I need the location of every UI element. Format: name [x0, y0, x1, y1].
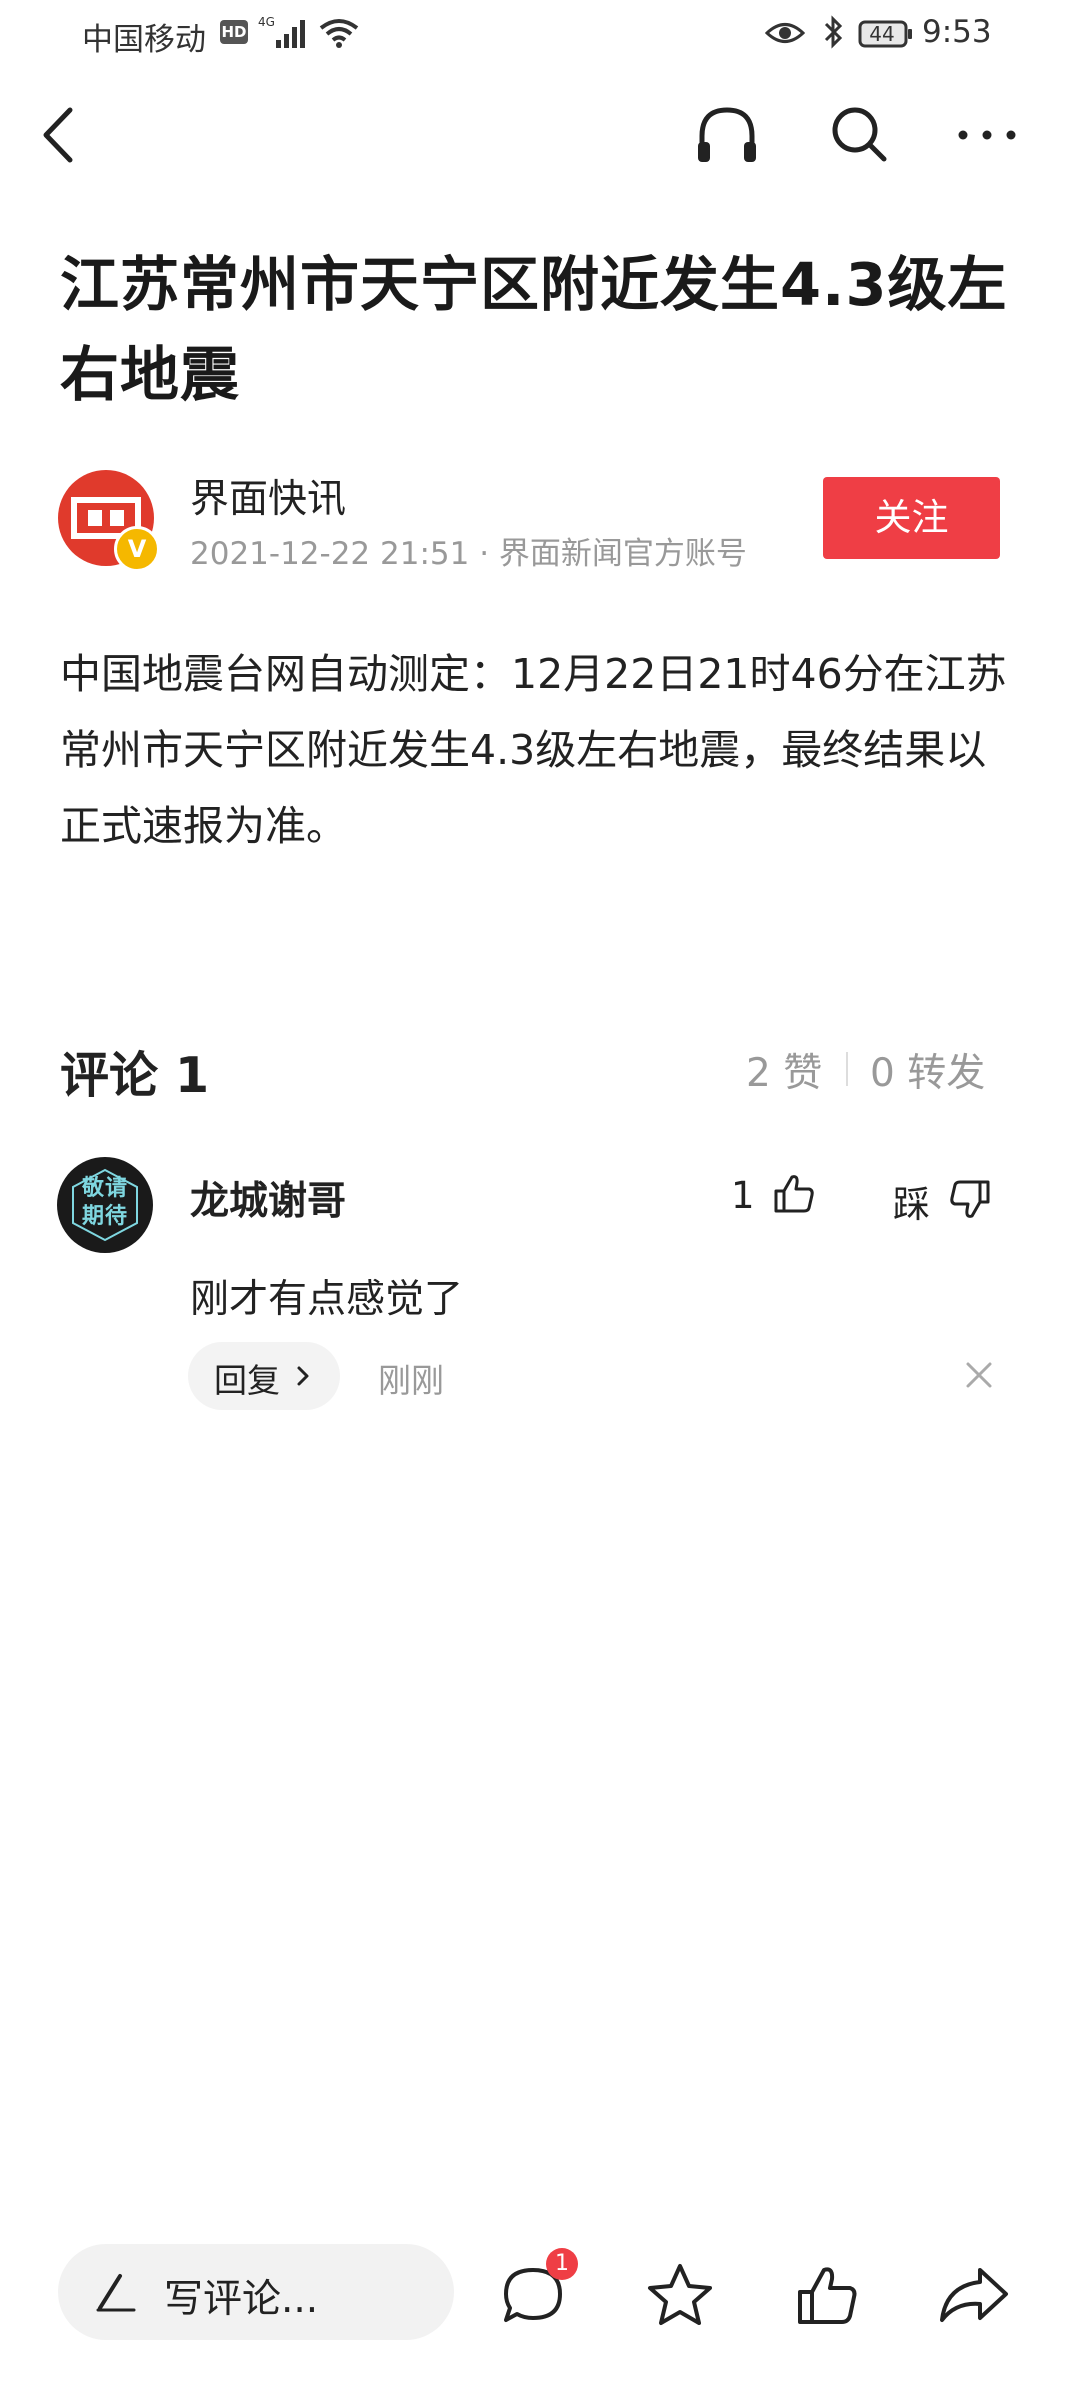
comments-title: 评论 1: [60, 1047, 210, 1104]
author-meta: 2021-12-22 21:51 · 界面新闻官方账号: [190, 536, 747, 572]
comment-count-badge: 1: [546, 2248, 578, 2280]
author-name[interactable]: 界面快讯: [190, 468, 346, 524]
stats-divider: [846, 1052, 848, 1086]
write-comment-placeholder[interactable]: 写评论...: [164, 2268, 318, 2324]
carrier-label: 中国移动: [82, 22, 206, 58]
commenter-avatar[interactable]: 敬请期待: [57, 1157, 153, 1253]
battery-level: 44: [869, 22, 895, 46]
share-icon[interactable]: [938, 2262, 1010, 2328]
thumb-down-icon[interactable]: [948, 1178, 992, 1222]
clock: 9:53: [922, 14, 992, 50]
follow-button[interactable]: 关注: [823, 477, 1000, 559]
verified-badge: V: [114, 526, 160, 572]
likes-count: 2 赞: [746, 1051, 823, 1096]
back-icon[interactable]: [36, 102, 80, 168]
comment-time: 刚刚: [378, 1361, 444, 1400]
star-icon[interactable]: [646, 2262, 714, 2328]
chevron-right-icon: [297, 1366, 309, 1386]
pen-icon: [96, 2274, 136, 2312]
comment-text: 刚才有点感觉了: [190, 1277, 464, 1322]
eye-icon: [765, 23, 805, 43]
article-title: 江苏常州市天宁区附近发生4.3级左右地震: [60, 250, 1008, 409]
commenter-avatar-text: 敬请期待: [81, 1176, 128, 1229]
search-icon[interactable]: [826, 102, 892, 168]
article-body: 中国地震台网自动测定：12月22日21时46分在江苏常州市天宁区附近发生4.3级…: [60, 650, 1007, 850]
more-icon[interactable]: [954, 112, 1020, 158]
close-icon[interactable]: [964, 1360, 994, 1390]
thumb-up-icon[interactable]: [772, 1171, 816, 1215]
wifi-icon: [319, 19, 359, 48]
bluetooth-icon: [824, 15, 843, 49]
thumb-up-icon[interactable]: [794, 2262, 860, 2328]
comment-like-count: 1: [731, 1174, 755, 1217]
network-type-label: 4G: [258, 15, 275, 29]
headphone-icon[interactable]: [694, 102, 760, 168]
commenter-name[interactable]: 龙城谢哥: [190, 1170, 346, 1226]
status-bar: 中国移动 HD 4G 44 9:53: [0, 0, 1080, 72]
comment-dislike-label[interactable]: 踩: [893, 1174, 930, 1228]
reply-label[interactable]: 回复: [214, 1354, 280, 1402]
shares-count: 0 转发: [870, 1051, 986, 1096]
signal-icon: 4G: [258, 15, 305, 48]
hd-badge: HD: [220, 20, 248, 44]
